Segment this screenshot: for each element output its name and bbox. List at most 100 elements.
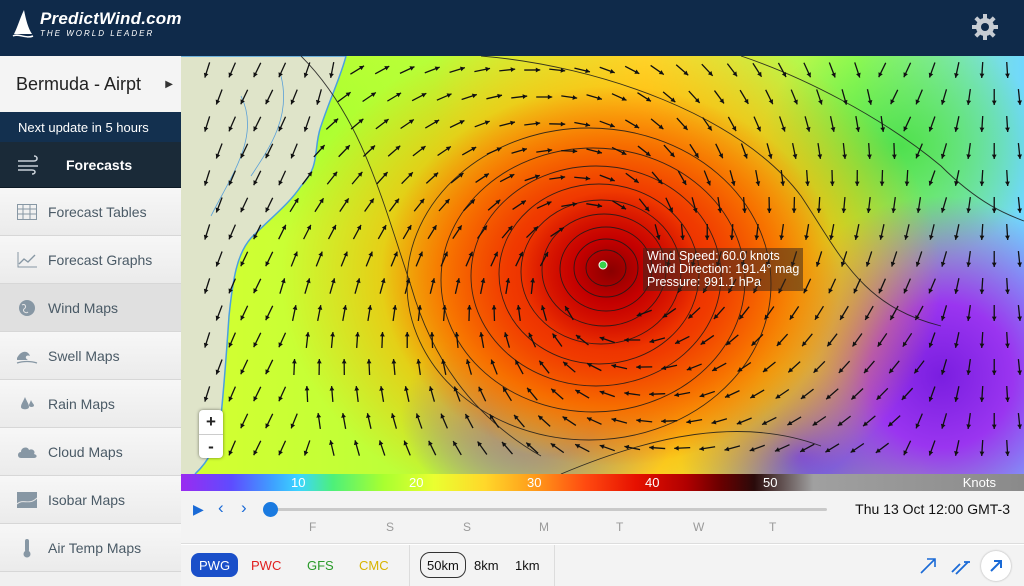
wind-arrow (303, 224, 312, 240)
wind-arrow (651, 171, 663, 185)
wind-arrow (329, 440, 335, 456)
wind-arrow (501, 225, 513, 239)
sidebar-item-rain-maps[interactable]: Rain Maps (0, 380, 181, 428)
wind-arrow (265, 305, 274, 321)
sidebar-item-forecasts[interactable]: Forecasts (0, 142, 181, 188)
brand-tagline: THE WORLD LEADER (40, 29, 155, 38)
wind-arrow (840, 251, 848, 267)
departure-planning-icon[interactable] (950, 555, 972, 577)
wind-arrow (841, 89, 848, 105)
wind-arrow (354, 385, 360, 403)
sidebar-item-swell-maps[interactable]: Swell Maps (0, 332, 181, 380)
wind-icon (18, 154, 38, 175)
predictwind-logo[interactable]: PredictWind.com THE WORLD LEADER (12, 8, 182, 40)
zoom-in-button[interactable]: + (199, 410, 223, 434)
wind-arrow (549, 68, 566, 73)
wind-arrow (228, 224, 237, 240)
wind-speed-legend: 10 20 30 40 50 Knots (181, 474, 1024, 491)
wind-arrow (1005, 331, 1010, 349)
wind-arrow (1017, 304, 1022, 322)
model-cmc-button[interactable]: CMC (351, 553, 397, 577)
wind-arrow (314, 197, 325, 213)
wind-arrow-toggle-button[interactable] (981, 551, 1011, 581)
timeline-day: S (463, 520, 472, 534)
wind-arrow (513, 414, 525, 428)
location-selector[interactable]: Bermuda - Airpt ▶ (0, 56, 181, 112)
wind-arrow (649, 391, 666, 397)
sidebar-item-label: Forecasts (66, 156, 133, 173)
wind-arrow (928, 332, 936, 348)
wind-arrow (749, 444, 765, 452)
wind-map[interactable]: Wind Speed: 60.0 knots Wind Direction: 1… (181, 56, 1024, 474)
wind-arrow (715, 143, 724, 159)
resolution-1km-button[interactable]: 1km (509, 552, 546, 578)
wind-arrow (463, 198, 476, 212)
model-gfs-button[interactable]: GFS (299, 553, 342, 577)
wind-arrow (838, 360, 851, 374)
play-icon[interactable]: ▶ (193, 501, 204, 518)
wind-arrow (829, 169, 835, 187)
wind-arrow (839, 305, 849, 321)
wind-arrow (325, 118, 339, 130)
wind-arrow (686, 418, 703, 424)
zoom-out-button[interactable]: - (199, 434, 223, 458)
wind-arrow (711, 362, 727, 372)
wind-arrow (853, 278, 862, 294)
wind-arrow (954, 170, 960, 186)
wind-arrow (979, 169, 985, 187)
wind-arrow (453, 386, 461, 402)
wind-arrow (713, 90, 725, 104)
wind-arrow (954, 440, 960, 456)
timeline-track[interactable] (271, 508, 827, 511)
wind-arrow (586, 203, 603, 208)
wind-arrow (966, 250, 972, 268)
wind-arrow (279, 278, 286, 294)
wind-arrow (636, 364, 653, 370)
wind-arrow (490, 251, 499, 267)
table-icon (16, 202, 38, 222)
wind-arrow (751, 333, 764, 347)
wind-arrow (725, 334, 739, 346)
wind-arrow (991, 412, 997, 430)
routing-icon[interactable] (917, 555, 939, 577)
sidebar-item-air-temp-maps[interactable]: Air Temp Maps (0, 524, 181, 572)
sidebar-item-wind-maps[interactable]: Wind Maps (0, 284, 181, 332)
wind-arrow (403, 440, 411, 456)
wind-arrow (599, 174, 615, 182)
resolution-8km-button[interactable]: 8km (468, 552, 505, 578)
timeline: ▶ ‹ › F S S M T W T Thu 13 Oct 12:00 GMT… (181, 491, 1024, 544)
wind-arrow (303, 62, 311, 78)
wind-arrow (879, 224, 885, 240)
wind-arrow (278, 332, 287, 348)
wind-arrow (561, 201, 578, 208)
sidebar-item-isobar-maps[interactable]: Isobar Maps (0, 476, 181, 524)
wind-arrow (474, 66, 491, 73)
model-pwc-button[interactable]: PWC (243, 553, 289, 577)
isobar-icon (16, 490, 38, 510)
wind-arrow (228, 440, 237, 456)
wave-icon (16, 346, 38, 366)
gear-icon[interactable] (970, 12, 1000, 42)
wind-arrow (724, 390, 740, 398)
wind-arrow (424, 66, 440, 74)
resolution-50km-button[interactable]: 50km (420, 552, 466, 578)
raindrop-icon (16, 394, 38, 414)
wind-arrow (351, 171, 363, 185)
sidebar-item-forecast-tables[interactable]: Forecast Tables (0, 188, 181, 236)
wind-arrow (749, 389, 765, 399)
wind-arrow (903, 440, 912, 456)
wind-arrow (727, 116, 737, 132)
sidebar-item-forecast-graphs[interactable]: Forecast Graphs (0, 236, 181, 284)
sidebar-item-label: Swell Maps (48, 347, 120, 364)
timeline-handle[interactable] (263, 502, 278, 517)
wind-arrow (516, 304, 522, 322)
wind-arrow (737, 361, 752, 373)
step-forward-icon[interactable]: › (241, 498, 247, 518)
step-back-icon[interactable]: ‹ (218, 498, 224, 518)
wind-arrow (240, 89, 249, 105)
next-update-status: Next update in 5 hours (0, 112, 181, 142)
model-pwg-button[interactable]: PWG (191, 553, 239, 577)
sidebar-item-cloud-maps[interactable]: Cloud Maps (0, 428, 181, 476)
wind-arrow (524, 121, 541, 126)
wind-arrow (764, 306, 775, 320)
